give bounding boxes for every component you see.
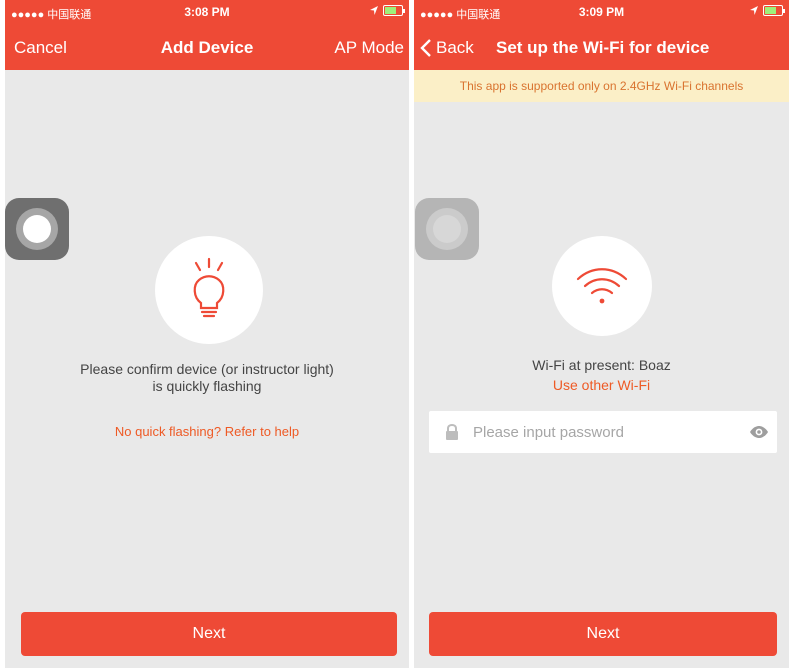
next-button[interactable]: Next bbox=[21, 612, 397, 656]
status-time: 3:08 PM bbox=[184, 5, 230, 19]
next-button[interactable]: Next bbox=[429, 612, 777, 656]
back-button[interactable]: Back bbox=[420, 38, 474, 58]
status-bar: ●●●●● 中国联通 3:08 PM bbox=[5, 0, 409, 26]
lock-icon bbox=[446, 424, 458, 440]
location-icon bbox=[370, 6, 378, 15]
assistive-touch-button[interactable] bbox=[415, 198, 479, 260]
use-other-wifi-link[interactable]: Use other Wi-Fi bbox=[414, 377, 789, 393]
add-device-screen: ●●●●● 中国联通 3:08 PM Cancel Add Device AP … bbox=[5, 0, 409, 668]
status-bar: ●●●●● 中国联通 3:09 PM bbox=[414, 0, 789, 26]
password-input[interactable] bbox=[473, 419, 723, 445]
confirm-message: Please confirm device (or instructor lig… bbox=[80, 361, 334, 394]
status-time: 3:09 PM bbox=[578, 5, 625, 19]
location-icon bbox=[750, 6, 758, 15]
channel-warning-banner: This app is supported only on 2.4GHz Wi-… bbox=[414, 70, 789, 102]
nav-bar: Cancel Add Device AP Mode bbox=[5, 26, 409, 70]
password-field bbox=[429, 411, 777, 453]
lightbulb-icon bbox=[155, 236, 263, 344]
wifi-icon bbox=[552, 236, 652, 336]
help-link[interactable]: No quick flashing? Refer to help bbox=[5, 424, 409, 439]
current-wifi-label: Wi-Fi at present: Boaz bbox=[532, 357, 671, 373]
chevron-left-icon bbox=[420, 39, 431, 57]
nav-bar: Back Set up the Wi-Fi for device bbox=[414, 26, 789, 70]
ap-mode-button[interactable]: AP Mode bbox=[334, 38, 404, 58]
battery-icon bbox=[383, 5, 405, 16]
eye-icon[interactable] bbox=[749, 425, 769, 439]
page-title: Set up the Wi-Fi for device bbox=[496, 38, 710, 57]
battery-icon bbox=[763, 5, 785, 16]
assistive-touch-button[interactable] bbox=[5, 198, 69, 260]
wifi-setup-screen: ●●●●● 中国联通 3:09 PM Back Set up the Wi-Fi… bbox=[414, 0, 789, 668]
